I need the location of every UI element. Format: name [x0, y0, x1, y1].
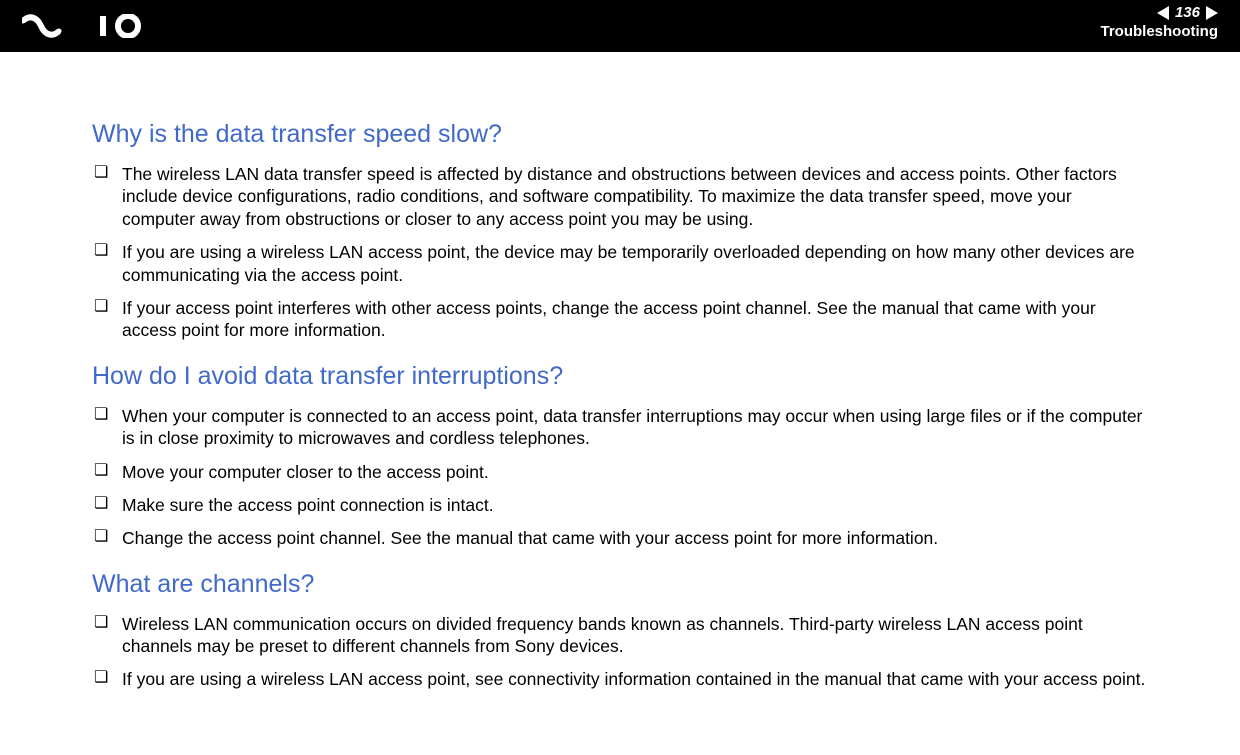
answer-list: The wireless LAN data transfer speed is … [92, 163, 1148, 342]
next-page-arrow-icon[interactable] [1206, 6, 1218, 20]
list-item: Move your computer closer to the access … [92, 461, 1148, 483]
list-item: If you are using a wireless LAN access p… [92, 668, 1148, 690]
page-header: 136 Troubleshooting [0, 0, 1240, 52]
list-item: If your access point interferes with oth… [92, 297, 1148, 342]
list-item: Change the access point channel. See the… [92, 527, 1148, 549]
vaio-logo [22, 14, 152, 38]
header-meta: 136 Troubleshooting [1101, 4, 1219, 40]
question-heading: Why is the data transfer speed slow? [92, 120, 1148, 149]
prev-page-arrow-icon[interactable] [1157, 6, 1169, 20]
list-item: The wireless LAN data transfer speed is … [92, 163, 1148, 230]
page-number: 136 [1175, 4, 1200, 21]
list-item: When your computer is connected to an ac… [92, 405, 1148, 450]
list-item: Wireless LAN communication occurs on div… [92, 613, 1148, 658]
question-heading: How do I avoid data transfer interruptio… [92, 362, 1148, 391]
section-label: Troubleshooting [1101, 23, 1219, 40]
list-item: Make sure the access point connection is… [92, 494, 1148, 516]
answer-list: Wireless LAN communication occurs on div… [92, 613, 1148, 691]
list-item: If you are using a wireless LAN access p… [92, 241, 1148, 286]
answer-list: When your computer is connected to an ac… [92, 405, 1148, 550]
page-nav: 136 [1101, 4, 1219, 21]
question-heading: What are channels? [92, 570, 1148, 599]
page-content: Why is the data transfer speed slow? The… [0, 52, 1240, 691]
